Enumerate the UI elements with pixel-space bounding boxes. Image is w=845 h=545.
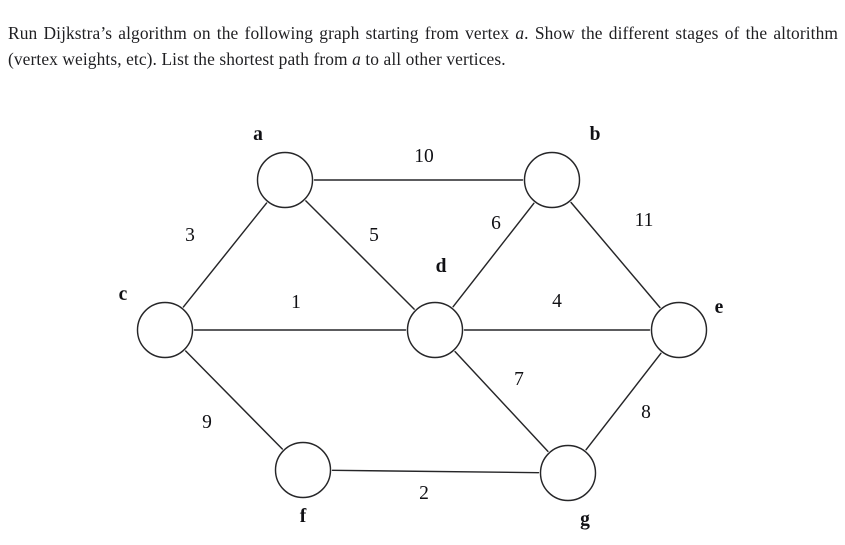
edge-weight-b-d: 6 bbox=[491, 213, 501, 234]
graph-vertices bbox=[136, 151, 708, 502]
edge-weight-a-d: 5 bbox=[369, 225, 379, 246]
graph-vertex-f bbox=[274, 441, 332, 499]
graph-edge-a-c bbox=[182, 202, 268, 308]
problem-statement: Run Dijkstra’s algorithm on the followin… bbox=[8, 21, 838, 72]
graph-vertex-c bbox=[136, 301, 194, 359]
graph-vertex-e bbox=[650, 301, 708, 359]
edge-weight-c-f: 9 bbox=[202, 412, 212, 433]
vertex-label-b: b bbox=[590, 124, 601, 145]
edge-weight-c-d: 1 bbox=[291, 292, 301, 313]
edge-weight-d-g: 7 bbox=[514, 369, 524, 390]
graph-vertex-b bbox=[523, 151, 581, 209]
graph-vertex-d bbox=[406, 301, 464, 359]
graph-canvas: 103 56 11194782 a bcdef g bbox=[119, 124, 724, 530]
page-root: Run Dijkstra’s algorithm on the followin… bbox=[0, 0, 845, 545]
vertex-label-d: d bbox=[436, 256, 447, 277]
problem-text-segment-3: to all other vertices. bbox=[360, 48, 506, 69]
edge-weight-e-g: 8 bbox=[641, 402, 651, 423]
vertex-label-g: g bbox=[580, 509, 590, 530]
edge-weight-f-g: 2 bbox=[419, 483, 429, 504]
edge-weight-b-e: 11 bbox=[635, 210, 654, 231]
graph-edge-c-f bbox=[184, 350, 284, 450]
edge-weight-a-c: 3 bbox=[185, 225, 195, 246]
graph-edge-f-g bbox=[331, 469, 540, 474]
vertex-label-a: a bbox=[253, 124, 263, 145]
edge-weight-a-b: 10 bbox=[414, 146, 434, 167]
vertex-reference-a-first: a bbox=[515, 23, 525, 44]
graph-figure: 10 3 5 6 11 1 9 4 7 8 2 abcdefg bbox=[0, 100, 845, 545]
graph-edge-a-d bbox=[305, 200, 415, 310]
graph-vertex-a bbox=[256, 151, 314, 209]
edge-weight-d-e: 4 bbox=[552, 291, 562, 312]
vertex-label-c: c bbox=[119, 284, 128, 305]
vertex-label-f: f bbox=[300, 506, 307, 527]
graph-edge-d-g bbox=[454, 350, 549, 453]
vertex-label-e: e bbox=[715, 297, 724, 318]
vertex-reference-a-second: a bbox=[352, 48, 361, 69]
graph-vertex-g bbox=[539, 444, 597, 502]
problem-text-segment-1: Run Dijkstra’s algorithm on the followin… bbox=[8, 23, 516, 44]
